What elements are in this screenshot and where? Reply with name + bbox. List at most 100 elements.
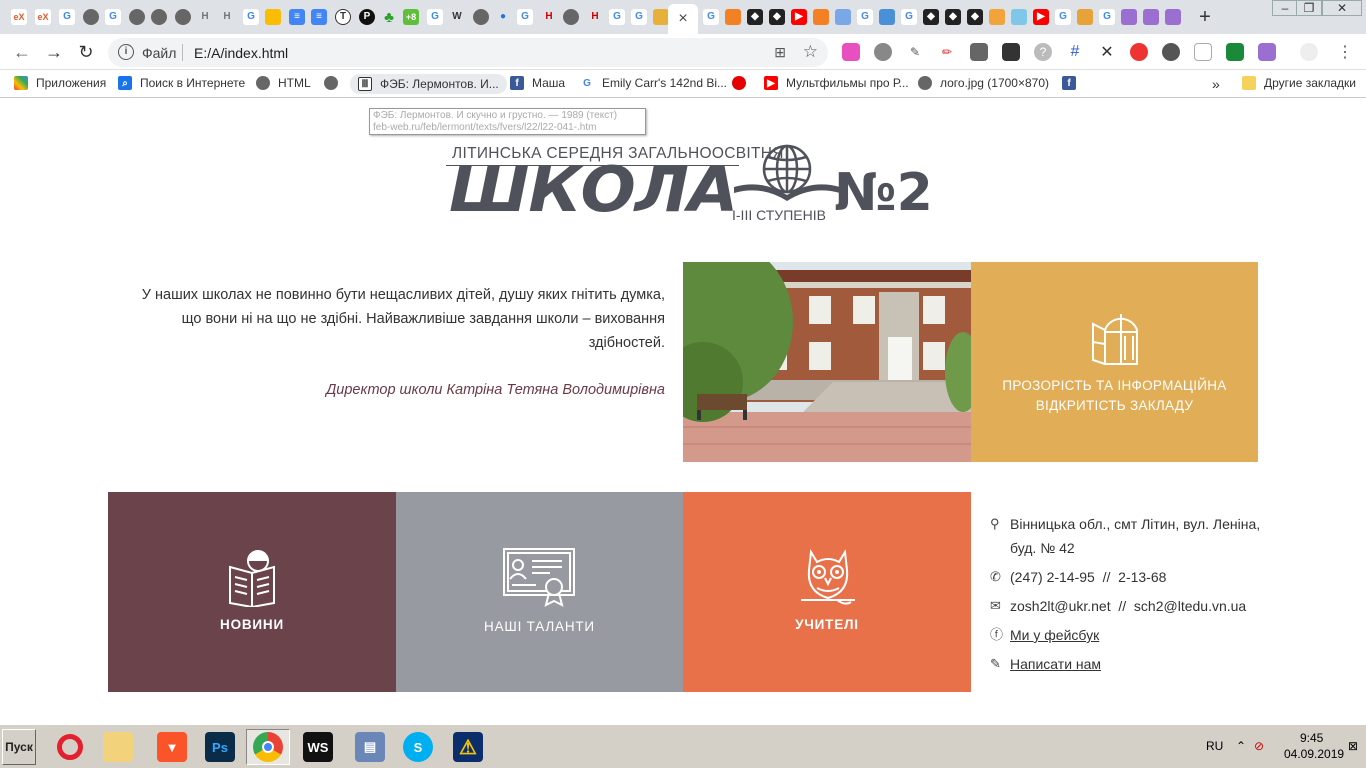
tab[interactable]: G	[1096, 4, 1118, 30]
network-icon[interactable]: ⊘	[1254, 739, 1264, 753]
tab[interactable]	[722, 4, 744, 30]
new-tab-button[interactable]: +	[1194, 4, 1216, 30]
tab[interactable]: G	[606, 4, 628, 30]
notification-icon[interactable]: ⊠	[1348, 739, 1358, 753]
extension-icon[interactable]	[970, 43, 988, 61]
tab[interactable]: eX	[8, 4, 30, 30]
tab[interactable]: ♣	[378, 4, 400, 30]
chevron-up-icon[interactable]: ⌃	[1236, 739, 1246, 753]
address-bar[interactable]: i Файл E:/A/index.html ⊞ ☆	[108, 38, 828, 67]
extension-icon[interactable]	[1130, 43, 1148, 61]
tab[interactable]: ●	[492, 4, 514, 30]
clock-time[interactable]: 9:45	[1300, 731, 1323, 745]
bookmark-item[interactable]: ⌕ Поиск в Интернете	[118, 76, 245, 90]
tab[interactable]	[1162, 4, 1184, 30]
news-tile[interactable]: НОВИНИ	[108, 492, 396, 692]
tab[interactable]: ▶	[1030, 4, 1052, 30]
tab[interactable]: ◆	[766, 4, 788, 30]
tab[interactable]: G	[102, 4, 124, 30]
tab[interactable]: G	[854, 4, 876, 30]
taskbar-explorer[interactable]	[96, 729, 140, 765]
bookmark-other-folder[interactable]: Другие закладки	[1242, 76, 1356, 90]
taskbar-skype[interactable]: S	[396, 729, 440, 765]
extension-icon[interactable]	[1002, 43, 1020, 61]
tab[interactable]: G	[898, 4, 920, 30]
tab[interactable]	[876, 4, 898, 30]
tab[interactable]: G	[1052, 4, 1074, 30]
tab[interactable]: G	[240, 4, 262, 30]
tab[interactable]: ◆	[964, 4, 986, 30]
teachers-tile[interactable]: УЧИТЕЛІ	[683, 492, 971, 692]
transparency-tile[interactable]: ПРОЗОРІСТЬ ТА ІНФОРМАЦІЙНА ВІДКРИТІСТЬ З…	[971, 262, 1258, 462]
grid-icon[interactable]: #	[1066, 43, 1084, 61]
extension-icon[interactable]	[1194, 43, 1212, 61]
tab[interactable]	[1074, 4, 1096, 30]
tab[interactable]	[80, 4, 102, 30]
tab[interactable]: G	[628, 4, 650, 30]
tab[interactable]	[262, 4, 284, 30]
language-indicator[interactable]: RU	[1206, 739, 1223, 753]
extension-icon[interactable]	[1226, 43, 1244, 61]
bookmark-item[interactable]	[732, 76, 754, 90]
translate-icon[interactable]: ⊞	[774, 44, 786, 61]
extension-icon[interactable]	[1162, 43, 1180, 61]
profile-avatar[interactable]	[1300, 43, 1318, 61]
tab[interactable]	[126, 4, 148, 30]
tab[interactable]	[560, 4, 582, 30]
tab[interactable]: ≡	[286, 4, 308, 30]
tab[interactable]	[148, 4, 170, 30]
tab[interactable]: H	[194, 4, 216, 30]
taskbar-chrome[interactable]	[246, 729, 290, 765]
minimize-button[interactable]: –	[1272, 0, 1298, 16]
extension-icon[interactable]	[874, 43, 892, 61]
close-icon[interactable]: ×	[678, 10, 687, 28]
menu-icon[interactable]: ⋮	[1336, 43, 1354, 61]
active-tab-close-button[interactable]: ×	[668, 4, 698, 34]
tab[interactable]: ◆	[920, 4, 942, 30]
taskbar-opera[interactable]	[48, 729, 92, 765]
tab[interactable]: G	[700, 4, 722, 30]
clock-date[interactable]: 04.09.2019	[1284, 747, 1344, 761]
tab[interactable]: P	[356, 4, 378, 30]
tab[interactable]: ◆	[942, 4, 964, 30]
tab[interactable]: ◆	[744, 4, 766, 30]
bookmark-item-hovered[interactable]: Ⅲ ФЭБ: Лермонтов. И...	[350, 74, 507, 94]
tab[interactable]	[832, 4, 854, 30]
tab[interactable]	[1118, 4, 1140, 30]
bookmark-apps[interactable]: Приложения	[14, 76, 106, 90]
info-icon[interactable]: i	[118, 44, 134, 60]
tab[interactable]: ≡	[308, 4, 330, 30]
tab[interactable]: W	[446, 4, 468, 30]
tab[interactable]: H	[538, 4, 560, 30]
window-close-button[interactable]: ✕	[1322, 0, 1362, 16]
tab[interactable]	[470, 4, 492, 30]
tab[interactable]: eX	[32, 4, 54, 30]
taskbar-brave[interactable]: ▼	[150, 729, 194, 765]
facebook-link[interactable]: Ми у фейсбук	[1010, 623, 1099, 647]
bookmark-item[interactable]: f Маша	[510, 76, 565, 90]
taskbar-webstorm[interactable]: WS	[296, 729, 340, 765]
taskbar-warning[interactable]: ⚠	[446, 729, 490, 765]
extension-icon[interactable]	[1258, 43, 1276, 61]
tab[interactable]: G	[514, 4, 536, 30]
tab[interactable]: T	[332, 4, 354, 30]
extension-icon[interactable]	[842, 43, 860, 61]
tab[interactable]: H	[216, 4, 238, 30]
talents-tile[interactable]: НАШІ ТАЛАНТИ	[396, 492, 683, 692]
bookmark-item[interactable]: HTML	[256, 76, 311, 90]
tab[interactable]: G	[56, 4, 78, 30]
bookmark-item[interactable]: лого.jpg (1700×870)	[918, 76, 1049, 90]
bookmark-item[interactable]: G Emily Carr's 142nd Bi...	[580, 76, 727, 90]
back-button[interactable]: ←	[10, 40, 34, 64]
start-button[interactable]: Пуск	[2, 729, 36, 765]
tab[interactable]: H	[584, 4, 606, 30]
tab[interactable]	[1008, 4, 1030, 30]
bookmarks-overflow-button[interactable]: »	[1212, 76, 1220, 92]
tab[interactable]: ▶	[788, 4, 810, 30]
restore-button[interactable]: ❐	[1296, 0, 1322, 16]
tools-icon[interactable]: ✕	[1098, 43, 1116, 61]
tab[interactable]	[986, 4, 1008, 30]
bookmark-item[interactable]: ▶ Мультфильмы про Р...	[764, 76, 909, 90]
bookmark-item[interactable]: f	[1062, 76, 1084, 90]
tab[interactable]	[810, 4, 832, 30]
